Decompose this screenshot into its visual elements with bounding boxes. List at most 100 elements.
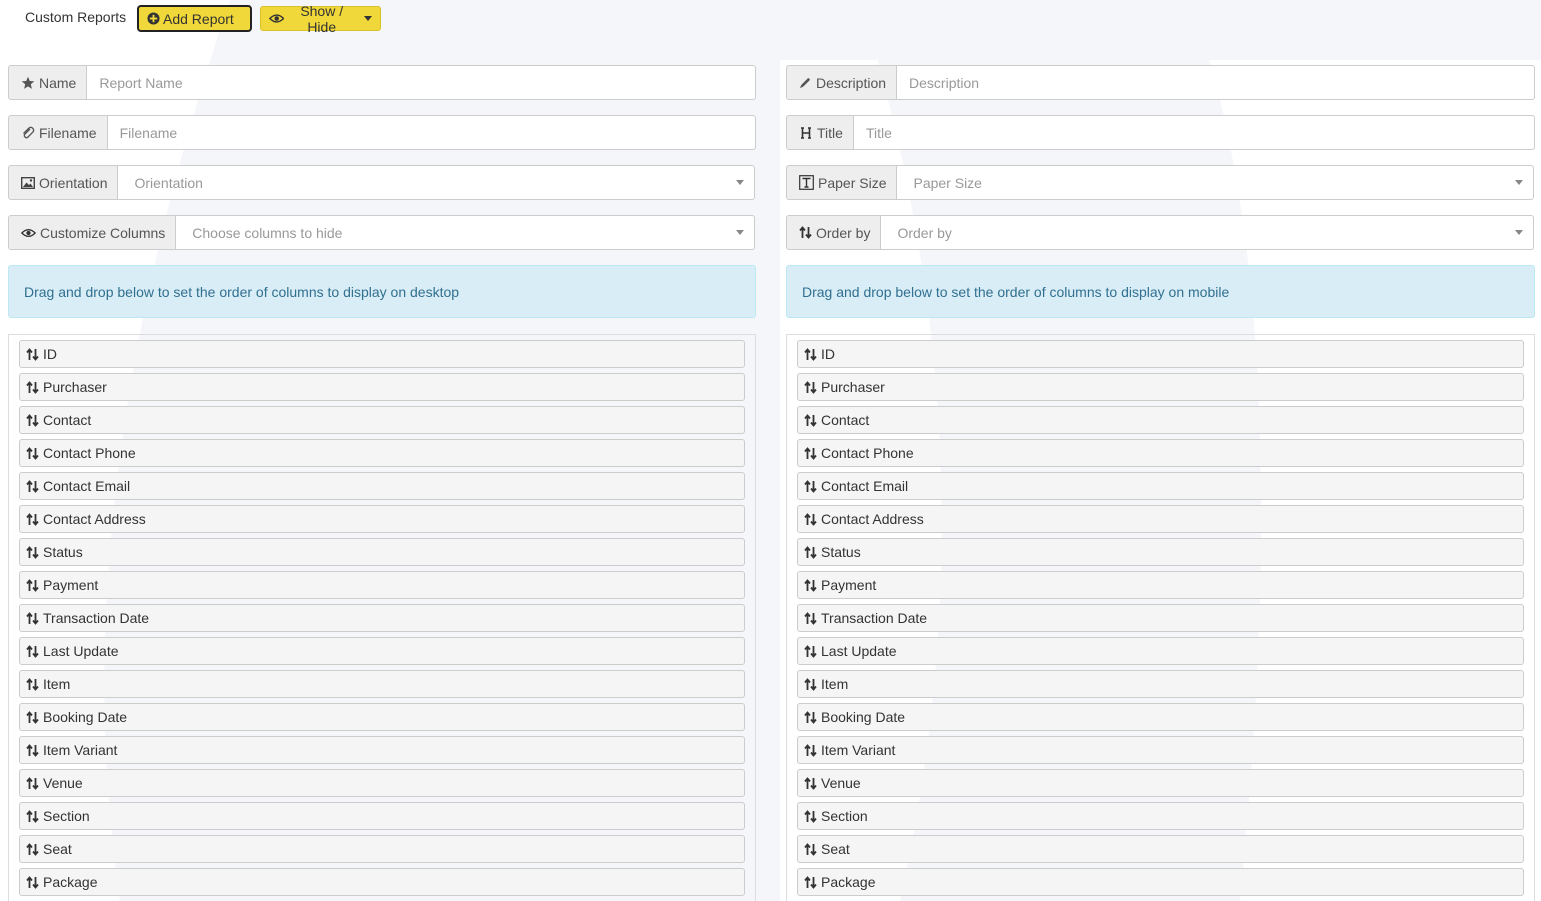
page-title: Custom Reports xyxy=(25,9,127,25)
sortable-column-item[interactable]: Item xyxy=(19,670,745,698)
sortable-column-item[interactable]: Item Variant xyxy=(19,736,745,764)
sort-icon xyxy=(26,710,39,724)
chevron-down-icon xyxy=(364,16,372,21)
column-label: ID xyxy=(43,346,57,362)
description-input[interactable] xyxy=(897,65,1535,100)
orientation-addon: Orientation xyxy=(8,165,119,200)
column-label: Item Variant xyxy=(43,742,118,758)
sortable-column-item[interactable]: Venue xyxy=(19,769,745,797)
orientation-select[interactable]: Orientation xyxy=(118,165,755,200)
column-label: Item Variant xyxy=(821,742,896,758)
customize-columns-addon: Customize Columns xyxy=(8,215,177,250)
sortable-column-item[interactable]: Item xyxy=(797,670,1524,698)
sort-icon xyxy=(804,578,817,592)
header-icon xyxy=(801,126,811,139)
sortable-column-item[interactable]: Payment xyxy=(19,571,745,599)
column-label: Contact Address xyxy=(43,511,146,527)
sort-icon xyxy=(26,347,39,361)
order-by-field-group: Order by Order by xyxy=(786,215,1534,250)
sortable-column-item[interactable]: Booking Date xyxy=(19,703,745,731)
sortable-column-item[interactable]: Contact Phone xyxy=(19,439,745,467)
sortable-column-item[interactable]: Contact Email xyxy=(19,472,745,500)
column-label: Contact Email xyxy=(43,478,131,494)
sortable-column-item[interactable]: Status xyxy=(797,538,1524,566)
sortable-column-item[interactable]: Seat xyxy=(797,835,1524,863)
sortable-column-item[interactable]: ID xyxy=(797,340,1524,368)
paper-size-label: Paper Size xyxy=(818,174,887,191)
description-label: Description xyxy=(816,74,887,91)
chevron-down-icon xyxy=(736,180,744,185)
sortable-column-item[interactable]: Contact Email xyxy=(797,472,1524,500)
sortable-column-item[interactable]: Item Variant xyxy=(797,736,1524,764)
sortable-column-item[interactable]: Contact Address xyxy=(19,505,745,533)
desktop-columns-panel: ID Purchaser Contact Contact Phone Contact E… xyxy=(8,334,756,901)
sortable-column-item[interactable]: Seat xyxy=(19,835,745,863)
sortable-column-item[interactable]: Payment xyxy=(797,571,1524,599)
column-label: Contact Phone xyxy=(821,445,914,461)
sortable-column-item[interactable]: ID xyxy=(19,340,745,368)
show-hide-dropdown-button[interactable]: Show / Hide xyxy=(260,3,381,35)
sort-icon xyxy=(804,479,817,493)
paper-size-select[interactable]: Paper Size xyxy=(897,165,1534,200)
sort-icon xyxy=(26,578,39,592)
sortable-column-item[interactable]: Transaction Date xyxy=(797,604,1524,632)
title-label: Title xyxy=(817,124,843,141)
sort-icon xyxy=(26,446,39,460)
description-addon: Description xyxy=(786,65,898,100)
column-label: Package xyxy=(43,874,98,890)
plus-circle-icon xyxy=(147,12,160,25)
text-size-icon xyxy=(799,175,814,190)
sort-icon xyxy=(804,611,817,625)
report-name-input[interactable] xyxy=(87,65,756,100)
sort-icon xyxy=(804,743,817,757)
title-input[interactable] xyxy=(853,115,1535,150)
sort-icon xyxy=(26,545,39,559)
column-label: Contact xyxy=(821,412,870,428)
column-label: Contact Phone xyxy=(43,445,136,461)
column-label: Venue xyxy=(43,775,83,791)
sort-icon xyxy=(799,226,812,239)
sortable-column-item[interactable]: Section xyxy=(797,802,1524,830)
sortable-column-item[interactable]: Last Update xyxy=(19,637,745,665)
sort-icon xyxy=(804,842,817,856)
column-label: Status xyxy=(43,544,83,560)
sortable-column-item[interactable]: Purchaser xyxy=(797,373,1524,401)
show-hide-label: Show / Hide xyxy=(300,2,344,35)
sortable-column-item[interactable]: Purchaser xyxy=(19,373,745,401)
filename-field-group: Filename xyxy=(8,115,756,150)
sort-icon xyxy=(804,512,817,526)
sortable-column-item[interactable]: Venue xyxy=(797,769,1524,797)
sort-icon xyxy=(26,380,39,394)
sortable-column-item[interactable]: Status xyxy=(19,538,745,566)
sort-icon xyxy=(804,380,817,394)
sort-icon xyxy=(26,611,39,625)
sortable-column-item[interactable]: Booking Date xyxy=(797,703,1524,731)
sortable-column-item[interactable]: Package xyxy=(19,868,745,896)
desktop-info-alert: Drag and drop below to set the order of … xyxy=(8,265,756,318)
sortable-column-item[interactable]: Transaction Date xyxy=(19,604,745,632)
orientation-placeholder: Orientation xyxy=(134,174,203,191)
sortable-column-item[interactable]: Contact xyxy=(797,406,1524,434)
sort-icon xyxy=(804,413,817,427)
sortable-column-item[interactable]: Contact xyxy=(19,406,745,434)
add-report-button[interactable]: Add Report xyxy=(137,5,252,32)
sortable-column-item[interactable]: Contact Address xyxy=(797,505,1524,533)
toolbar: Custom Reports Add Report Show / Hide xyxy=(0,0,1541,40)
customize-columns-select[interactable]: Choose columns to hide xyxy=(176,215,755,250)
column-label: Section xyxy=(43,808,90,824)
chevron-down-icon xyxy=(1515,180,1523,185)
sortable-column-item[interactable]: Last Update xyxy=(797,637,1524,665)
mobile-info-alert: Drag and drop below to set the order of … xyxy=(786,265,1535,318)
mobile-columns-panel: ID Purchaser Contact Contact Phone Contact E… xyxy=(786,334,1535,901)
sort-icon xyxy=(804,677,817,691)
sortable-column-item[interactable]: Section xyxy=(19,802,745,830)
customize-columns-field-group: Customize Columns Choose columns to hide xyxy=(8,215,755,250)
sort-icon xyxy=(26,644,39,658)
sort-icon xyxy=(26,809,39,823)
order-by-select[interactable]: Order by xyxy=(881,215,1534,250)
sortable-column-item[interactable]: Package xyxy=(797,868,1524,896)
sortable-column-item[interactable]: Contact Phone xyxy=(797,439,1524,467)
filename-input[interactable] xyxy=(107,115,756,150)
order-by-label: Order by xyxy=(816,224,871,241)
star-icon xyxy=(21,76,35,89)
